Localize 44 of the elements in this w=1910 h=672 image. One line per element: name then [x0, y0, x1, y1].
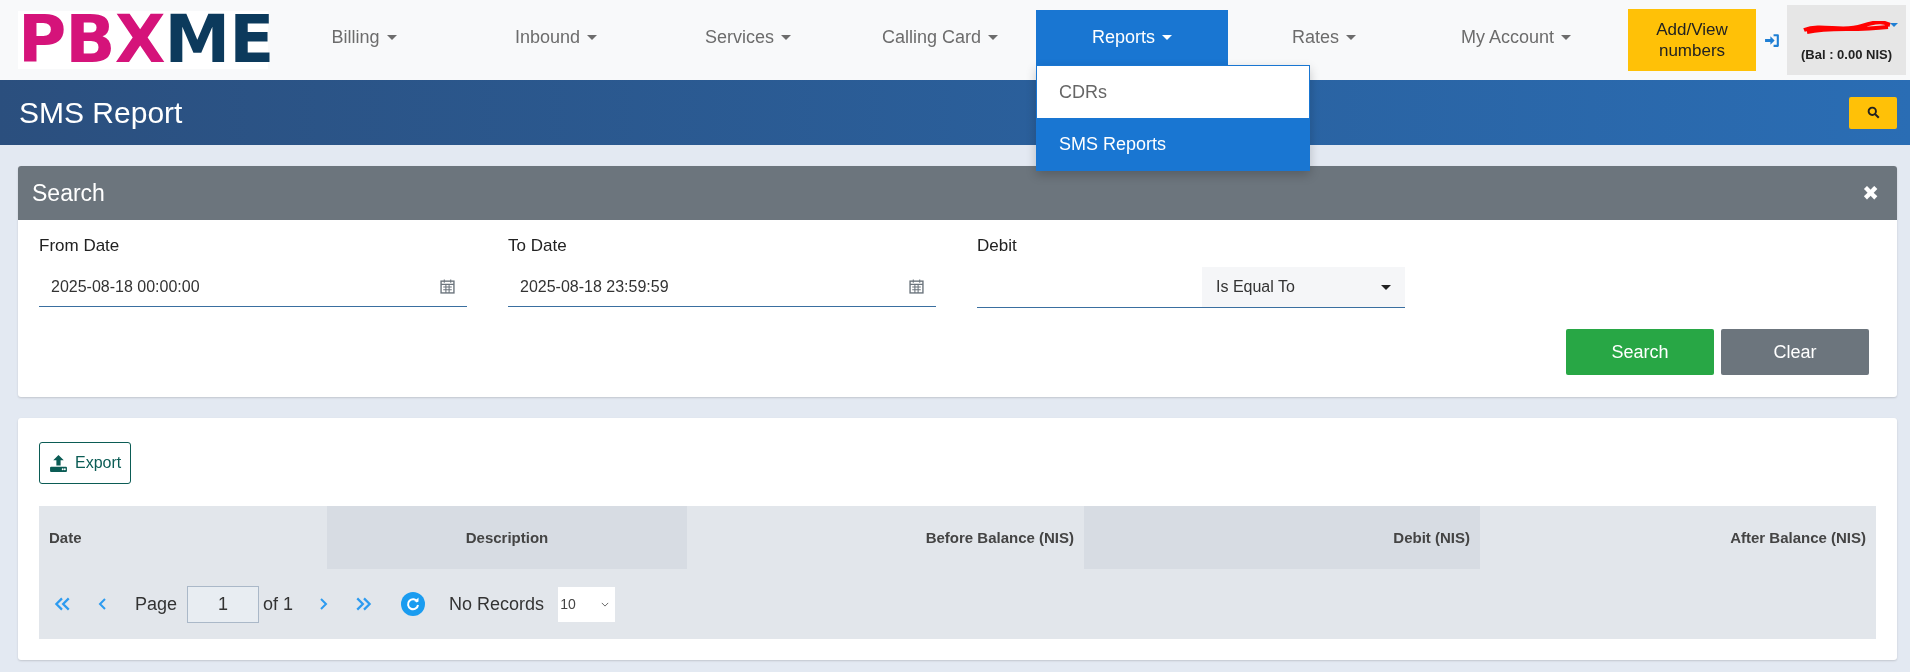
- nav-menu-item[interactable]: Reports: [1036, 10, 1228, 65]
- date-input-field[interactable]: 2025-08-18 00:00:00: [39, 267, 467, 307]
- nav-menu-item[interactable]: Services: [652, 10, 844, 65]
- clear-button[interactable]: Clear: [1721, 329, 1869, 375]
- logo[interactable]: PBXME: [18, 11, 268, 69]
- records-status: No Records: [449, 593, 545, 615]
- field-label: To Date: [508, 236, 568, 256]
- page-size-select[interactable]: 10: [558, 586, 616, 622]
- refresh-icon[interactable]: [401, 592, 426, 616]
- search-button[interactable]: [1849, 96, 1897, 129]
- column-header[interactable]: After Balance (NIS): [1480, 506, 1876, 569]
- last-page-icon[interactable]: [355, 595, 374, 613]
- add-view-numbers-button[interactable]: Add/View numbers: [1628, 9, 1756, 71]
- upload-icon: [49, 454, 68, 472]
- calendar-icon: [909, 279, 924, 294]
- field-label: Debit: [977, 236, 1018, 256]
- page-count: of 1: [263, 593, 294, 615]
- page-label: Page: [135, 593, 178, 615]
- operator-select[interactable]: Is Equal To: [1202, 267, 1405, 307]
- page-number-field[interactable]: 1: [187, 585, 260, 623]
- search-icon: [1866, 106, 1880, 119]
- nav-menu-item[interactable]: Rates: [1228, 10, 1420, 65]
- column-header[interactable]: Before Balance (NIS): [687, 506, 1084, 569]
- column-header[interactable]: Date: [39, 506, 327, 569]
- balance-text: (Bal : 0.00 NIS): [1801, 46, 1892, 62]
- nav-menu-item[interactable]: My Account: [1420, 10, 1612, 65]
- export-button[interactable]: Export: [39, 442, 132, 484]
- date-input-field[interactable]: 2025-08-18 23:59:59: [508, 267, 936, 307]
- first-page-icon[interactable]: [53, 595, 71, 613]
- account-menu[interactable]: (Bal : 0.00 NIS): [1787, 5, 1906, 75]
- amount-input-field[interactable]: Is Equal To: [977, 267, 1405, 308]
- close-button[interactable]: ✖: [1856, 180, 1885, 206]
- chevron-down-icon: [601, 601, 610, 607]
- dropdown-item[interactable]: SMS Reports: [1037, 118, 1309, 170]
- nav-menu-item[interactable]: Inbound: [460, 10, 652, 65]
- page-title: SMS Report: [19, 95, 183, 130]
- column-header[interactable]: Description: [327, 506, 687, 569]
- nav-menu-item[interactable]: Calling Card: [844, 10, 1036, 65]
- field-label: From Date: [39, 236, 121, 256]
- column-header[interactable]: Debit (NIS): [1084, 506, 1480, 569]
- sign-in-icon[interactable]: [1764, 31, 1781, 49]
- panel-title: Search: [32, 179, 105, 207]
- dropdown-item[interactable]: CDRs: [1037, 66, 1309, 118]
- calendar-icon: [440, 279, 455, 294]
